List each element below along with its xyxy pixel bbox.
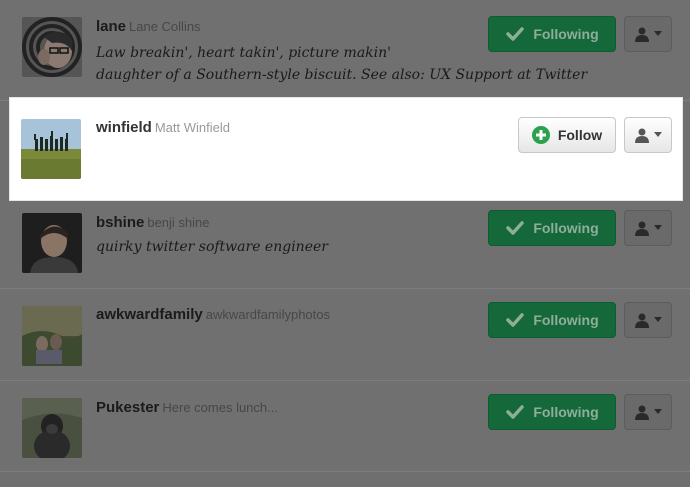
chevron-down-icon — [654, 31, 662, 36]
user-icon — [635, 405, 649, 420]
following-button[interactable]: Following — [488, 394, 616, 430]
following-label: Following — [533, 220, 599, 236]
avatar-lane[interactable] — [22, 17, 82, 77]
user-row-awkwardfamily: awkwardfamily awkwardfamilyphotos Followi… — [0, 289, 690, 380]
bio-line: daughter of a Southern-style biscuit. Se… — [96, 67, 588, 83]
user-actions-button[interactable] — [624, 394, 672, 430]
user-name[interactable]: awkwardfamily awkwardfamilyphotos — [96, 306, 330, 323]
avatar-pukester[interactable] — [22, 398, 82, 458]
username[interactable]: bshine — [96, 214, 144, 231]
user-actions-button[interactable] — [624, 117, 672, 153]
user-name[interactable]: lane Lane Collins — [96, 18, 201, 35]
avatar-awkwardfamily[interactable] — [22, 306, 82, 366]
avatar-winfield[interactable] — [21, 119, 81, 179]
following-label: Following — [533, 312, 599, 328]
following-label: Following — [533, 404, 599, 420]
bio-line: quirky twitter software engineer — [96, 239, 328, 255]
user-actions-button[interactable] — [624, 16, 672, 52]
user-name[interactable]: bshine benji shine — [96, 214, 210, 231]
following-label: Following — [533, 26, 599, 42]
user-icon — [635, 128, 649, 143]
check-icon — [506, 313, 525, 327]
following-button[interactable]: Following — [488, 16, 616, 52]
avatar-bshine[interactable] — [22, 213, 82, 273]
user-icon — [635, 221, 649, 236]
following-button[interactable]: Following — [488, 210, 616, 246]
username[interactable]: awkwardfamily — [96, 306, 203, 323]
user-name[interactable]: winfield Matt Winfield — [96, 119, 230, 136]
chevron-down-icon — [654, 317, 662, 322]
user-row-lane: lane Lane Collins Law breakin', heart tak… — [0, 0, 690, 100]
username[interactable]: lane — [96, 18, 126, 35]
chevron-down-icon — [654, 132, 662, 137]
chevron-down-icon — [654, 409, 662, 414]
user-bio: quirky twitter software engineer — [96, 236, 328, 258]
chevron-down-icon — [654, 225, 662, 230]
display-name: benji shine — [147, 215, 210, 230]
display-name: Here comes lunch... — [162, 400, 278, 415]
following-button[interactable]: Following — [488, 302, 616, 338]
display-name: awkwardfamilyphotos — [205, 307, 330, 322]
display-name: Lane Collins — [129, 19, 201, 34]
user-name[interactable]: Pukester Here comes lunch... — [96, 399, 278, 416]
username[interactable]: Pukester — [96, 399, 159, 416]
user-actions-button[interactable] — [624, 210, 672, 246]
display-name: Matt Winfield — [154, 120, 230, 135]
follow-button[interactable]: Follow — [518, 117, 616, 153]
username[interactable]: winfield — [96, 119, 152, 136]
user-icon — [635, 27, 649, 42]
user-row-pukester: Pukester Here comes lunch... Following — [0, 381, 690, 471]
plus-circle-icon — [531, 126, 550, 144]
user-actions-button[interactable] — [624, 302, 672, 338]
follow-label: Follow — [557, 127, 603, 143]
follower-list: lane Lane Collins Law breakin', heart tak… — [0, 0, 690, 487]
user-row-bshine: bshine benji shine quirky twitter softwar… — [0, 201, 690, 287]
check-icon — [506, 27, 525, 41]
user-row-winfield: winfield Matt Winfield Follow — [10, 98, 682, 200]
user-icon — [635, 313, 649, 328]
check-icon — [506, 221, 525, 235]
check-icon — [506, 405, 525, 419]
row-divider — [0, 471, 690, 472]
